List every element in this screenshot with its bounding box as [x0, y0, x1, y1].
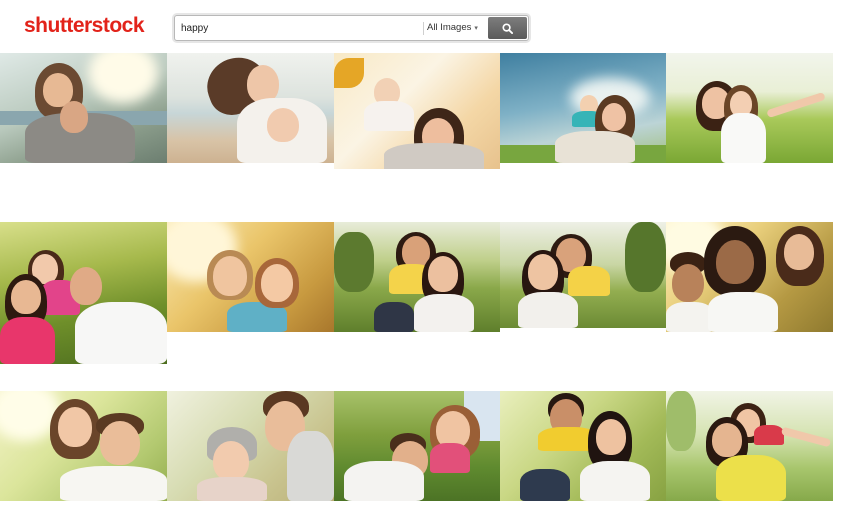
chevron-down-icon: ▾ [474, 25, 478, 32]
search-button[interactable] [488, 17, 527, 39]
result-image-couple-hug-bright[interactable] [0, 391, 167, 501]
search-divider [423, 22, 424, 35]
search-bar: All Images▾ [174, 15, 529, 41]
result-image-mother-piggyback-daughter-beach[interactable] [167, 53, 334, 163]
search-input[interactable] [177, 18, 429, 38]
result-image-siblings-hugging-sunlight[interactable] [167, 222, 334, 332]
shutterstock-logo[interactable]: shutterstock [24, 14, 145, 38]
result-image-couple-winter-hat-smiling[interactable] [167, 391, 334, 501]
result-image-mother-daughter-yellow-shirt[interactable] [666, 391, 833, 501]
result-image-mother-son-airplane-sky[interactable] [500, 53, 666, 163]
top-bar: shutterstock All Images▾ [0, 0, 848, 53]
image-type-label: All Images [427, 22, 472, 33]
logo-text: shutterstock [24, 14, 145, 37]
result-image-friends-group-selfie-sunny[interactable] [666, 222, 833, 332]
result-image-couple-embracing-sunset[interactable] [0, 53, 167, 163]
result-image-mother-daughter-field-green[interactable] [666, 53, 833, 163]
result-image-couple-piggyback-yellow[interactable] [500, 391, 666, 501]
result-image-couple-lying-grass[interactable] [334, 391, 500, 501]
image-type-dropdown[interactable]: All Images ▾ [427, 18, 487, 38]
search-icon [502, 22, 513, 34]
result-image-family-piggyback-park[interactable] [0, 222, 167, 364]
result-image-two-women-piggyback-park[interactable] [334, 222, 500, 332]
result-image-two-women-laughing-park[interactable] [500, 222, 666, 328]
result-image-daughter-on-shoulders-autumn[interactable] [334, 53, 500, 169]
